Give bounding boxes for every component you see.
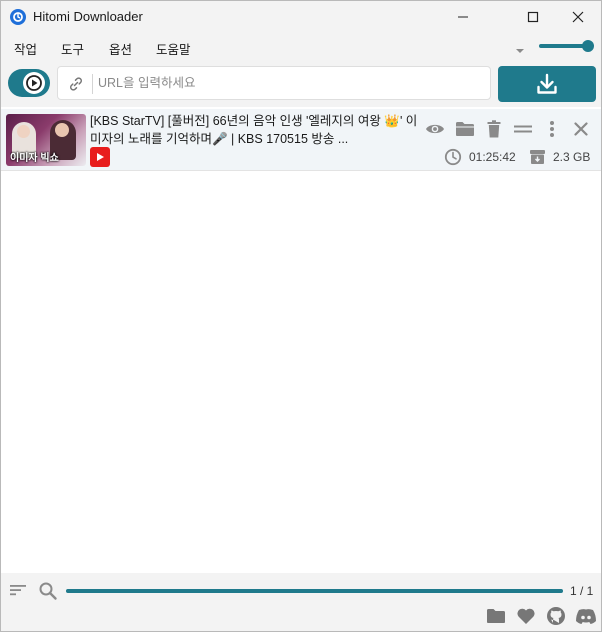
url-input[interactable]	[98, 73, 484, 93]
close-window-button[interactable]	[555, 1, 601, 32]
download-row[interactable]: 이미자 빅쇼 [KBS StarTV] [풀버전] 66년의 음악 인생 '엘레…	[1, 109, 601, 171]
overall-progress-fill	[66, 589, 563, 593]
open-folder-button[interactable]	[454, 118, 476, 140]
play-toggle[interactable]	[8, 69, 50, 97]
toggle-knob	[23, 72, 45, 94]
download-button[interactable]	[498, 66, 596, 102]
page-count: 1 / 1	[570, 584, 594, 598]
folder-icon	[487, 609, 505, 623]
download-icon	[537, 73, 557, 94]
volume-slider[interactable]	[539, 40, 595, 52]
clock-icon	[444, 148, 462, 171]
toolbar	[1, 60, 601, 107]
menu-help[interactable]: 도움말	[156, 39, 191, 58]
maximize-button[interactable]	[510, 1, 556, 32]
folder-icon	[456, 122, 474, 136]
github-button[interactable]	[545, 606, 567, 626]
youtube-icon	[90, 147, 110, 167]
play-icon	[26, 75, 42, 91]
close-icon	[574, 122, 588, 136]
app-window: Hitomi Downloader 작업 도구 옵션 도움말 URL을 입력하세…	[0, 0, 602, 632]
remove-button[interactable]	[570, 118, 592, 140]
search-icon[interactable]	[38, 581, 58, 606]
view-button[interactable]	[424, 118, 446, 140]
discord-button[interactable]	[575, 606, 597, 626]
sort-icon[interactable]	[9, 583, 27, 602]
caret-down-icon[interactable]	[515, 42, 525, 60]
menu-bar: 작업 도구 옵션 도움말	[1, 32, 601, 60]
heart-icon	[517, 608, 535, 624]
discord-icon	[576, 608, 596, 624]
url-separator	[92, 74, 93, 94]
link-icon	[67, 75, 85, 98]
volume-slider-thumb[interactable]	[582, 40, 594, 52]
trash-icon	[487, 120, 501, 138]
hitomi-app-icon	[10, 8, 26, 25]
menu-tools[interactable]: 도구	[61, 39, 84, 58]
download-list: 이미자 빅쇼 [KBS StarTV] [풀버전] 66년의 음악 인생 '엘레…	[1, 107, 601, 573]
delete-button[interactable]	[483, 118, 505, 140]
equals-icon	[514, 125, 532, 133]
file-size-text: 2.3 GB	[553, 150, 591, 164]
download-title: [KBS StarTV] [풀버전] 66년의 음악 인생 '엘레지의 여왕 👑…	[90, 114, 418, 146]
url-box	[57, 66, 491, 100]
equals-button[interactable]	[512, 118, 534, 140]
more-button[interactable]	[541, 118, 563, 140]
thumbnail-caption: 이미자 빅쇼	[10, 153, 59, 164]
window-title: Hitomi Downloader	[33, 9, 143, 24]
duration-text: 01:25:42	[469, 150, 516, 164]
eye-icon	[426, 124, 444, 134]
title-bar[interactable]: Hitomi Downloader	[1, 1, 601, 32]
video-thumbnail[interactable]: 이미자 빅쇼	[6, 114, 86, 166]
menu-task[interactable]: 작업	[14, 39, 37, 58]
open-downloads-folder-button[interactable]	[485, 606, 507, 626]
more-vertical-icon	[550, 121, 554, 137]
overall-progress-bar	[66, 589, 563, 593]
close-icon	[572, 11, 584, 22]
maximize-icon	[527, 11, 539, 22]
minimize-icon	[458, 16, 468, 17]
bottom-bar: 1 / 1	[1, 573, 601, 631]
menu-options[interactable]: 옵션	[109, 39, 132, 58]
archive-icon	[529, 148, 546, 170]
minimize-button[interactable]	[440, 1, 486, 32]
github-icon	[547, 607, 565, 625]
donate-button[interactable]	[515, 606, 537, 626]
